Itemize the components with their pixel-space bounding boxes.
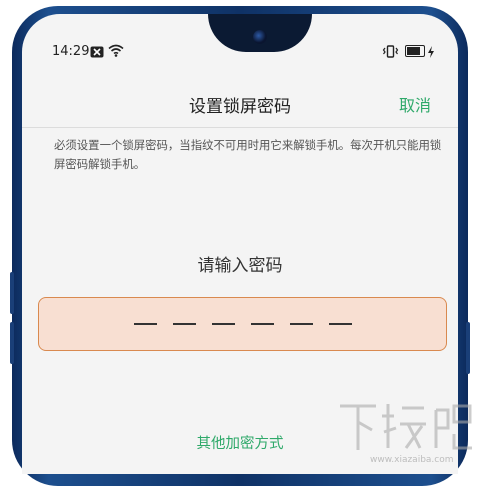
power-key (466, 322, 470, 374)
pin-slot (289, 323, 313, 325)
battery-icon (405, 45, 425, 57)
svg-text:www.xiazaiba.com: www.xiazaiba.com (370, 455, 454, 465)
pin-slot (211, 323, 235, 325)
cancel-button[interactable]: 取消 (399, 92, 431, 116)
pin-slot (133, 323, 157, 325)
volume-key-lower (10, 322, 14, 364)
password-prompt: 请输入密码 (197, 256, 283, 276)
camera-notch (208, 14, 312, 52)
pin-slot (328, 323, 352, 325)
header-divider (22, 127, 458, 128)
volume-key (10, 272, 14, 314)
vibrate-icon (382, 43, 399, 62)
pin-slot (250, 323, 274, 325)
front-camera-icon (253, 30, 267, 44)
charging-icon (427, 43, 435, 62)
pin-slot (172, 323, 196, 325)
watermark-logo: www.xiazaiba.com (336, 398, 476, 466)
password-input[interactable] (38, 297, 447, 351)
notification-x-icon (90, 43, 104, 62)
status-time: 14:29 (52, 44, 90, 59)
page-title: 设置锁屏密码 (189, 97, 291, 117)
notice-text: 必须设置一个锁屏密码，当指纹不可用时用它来解锁手机。每次开机只能用锁屏密码解锁手… (54, 138, 442, 171)
wifi-icon (108, 42, 124, 61)
